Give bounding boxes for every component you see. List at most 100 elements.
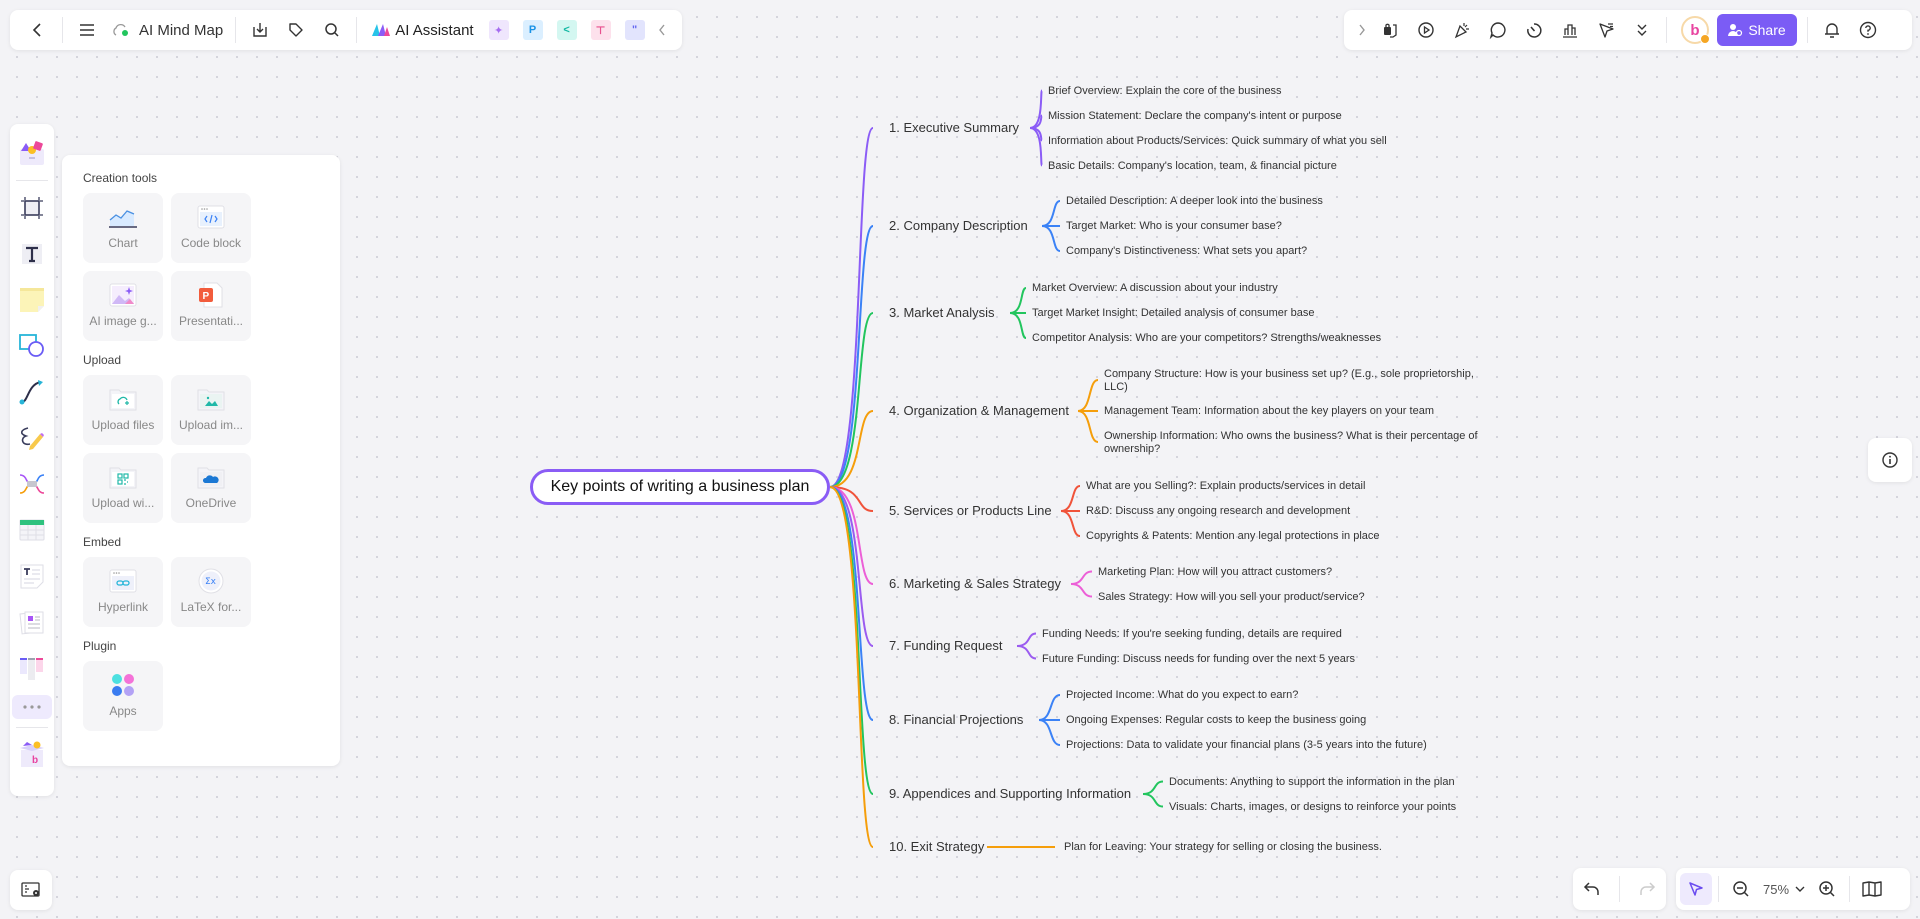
comment-button[interactable] xyxy=(1480,14,1516,46)
redo-button[interactable] xyxy=(1631,873,1663,905)
pen-tool[interactable] xyxy=(14,419,50,457)
back-button[interactable] xyxy=(20,14,56,46)
more-tools-button[interactable] xyxy=(1624,14,1660,46)
chart-tile[interactable]: Chart xyxy=(83,193,163,263)
hyperlink-tile[interactable]: Hyperlink xyxy=(83,557,163,627)
apps-tile[interactable]: Apps xyxy=(83,661,163,731)
mindmap-leaf-node[interactable]: Information about Products/Services: Qui… xyxy=(1048,135,1387,148)
document-tool[interactable] xyxy=(14,557,50,595)
mindmap-leaf-node[interactable]: Market Overview: A discussion about your… xyxy=(1032,282,1278,295)
mindmap-leaf-node[interactable]: Competitor Analysis: Who are your compet… xyxy=(1032,332,1381,345)
templates-tool[interactable] xyxy=(14,134,50,172)
mindmap-leaf-node[interactable]: Future Funding: Discuss needs for fundin… xyxy=(1042,653,1355,666)
presentation-app-button[interactable]: P xyxy=(522,20,543,40)
select-tool-button[interactable] xyxy=(1680,873,1712,905)
mindmap-leaf-node[interactable]: Documents: Anything to support the infor… xyxy=(1169,776,1455,789)
code-block-tile[interactable]: Code block xyxy=(171,193,251,263)
mindmap-branch-node[interactable]: 2. Company Description xyxy=(889,218,1028,233)
mindmap-branch-node[interactable]: 7. Funding Request xyxy=(889,638,1002,653)
mindmap-leaf-node[interactable]: Company's Distinctiveness: What sets you… xyxy=(1066,245,1307,258)
upload-image-tile[interactable]: Upload im... xyxy=(171,375,251,445)
mindmap-leaf-node[interactable]: Basic Details: Company's location, team,… xyxy=(1048,160,1337,173)
more-tools-toggle[interactable] xyxy=(12,695,52,719)
plugins-box-tool[interactable]: b xyxy=(14,736,50,774)
zoom-in-button[interactable] xyxy=(1811,873,1843,905)
notifications-button[interactable] xyxy=(1814,14,1850,46)
back-icon xyxy=(32,23,41,37)
search-button[interactable] xyxy=(314,14,350,46)
mindmap-leaf-node[interactable]: Target Market Insight: Detailed analysis… xyxy=(1032,307,1314,320)
mindmap-branch-node[interactable]: 1. Executive Summary xyxy=(889,120,1019,135)
collapse-toolbar-button[interactable] xyxy=(652,14,672,46)
mindmap-leaf-node[interactable]: Brief Overview: Explain the core of the … xyxy=(1048,85,1282,98)
vote-button[interactable] xyxy=(1552,14,1588,46)
mindmap-leaf-node[interactable]: Projected Income: What do you expect to … xyxy=(1066,689,1298,702)
flowchart-app-button[interactable]: ⊤ xyxy=(590,20,611,40)
connector-tool[interactable] xyxy=(14,373,50,411)
mindmap-branch-node[interactable]: 6. Marketing & Sales Strategy xyxy=(889,576,1061,591)
mindmap-root-node[interactable]: Key points of writing a business plan xyxy=(530,469,830,505)
mindmap-leaf-node[interactable]: Target Market: Who is your consumer base… xyxy=(1066,220,1282,233)
mindmap-leaf-node[interactable]: Mission Statement: Declare the company's… xyxy=(1048,110,1342,123)
upload-files-tile[interactable]: Upload files xyxy=(83,375,163,445)
ai-image-generator-tile[interactable]: AI image g... xyxy=(83,271,163,341)
frame-tool[interactable] xyxy=(14,189,50,227)
info-button[interactable] xyxy=(1868,438,1912,482)
mindmap-leaf-node[interactable]: Company Structure: How is your business … xyxy=(1104,368,1484,394)
laser-pointer-button[interactable] xyxy=(1588,14,1624,46)
expand-toolbar-button[interactable] xyxy=(1352,14,1372,46)
divider xyxy=(1718,876,1719,902)
mindmap-leaf-node[interactable]: Ongoing Expenses: Regular costs to keep … xyxy=(1066,714,1366,727)
zoom-out-button[interactable] xyxy=(1725,873,1757,905)
upload-widget-tile[interactable]: Upload wi... xyxy=(83,453,163,523)
mindmap-app-button[interactable]: < xyxy=(556,20,577,40)
mindmap-leaf-node[interactable]: Sales Strategy: How will you sell your p… xyxy=(1098,591,1365,604)
ai-image-app-button[interactable]: ✦ xyxy=(488,20,509,40)
tag-button[interactable] xyxy=(278,14,314,46)
mindmap-branch-node[interactable]: 10. Exit Strategy xyxy=(889,839,984,854)
present-button[interactable] xyxy=(1408,14,1444,46)
mindmap-leaf-node[interactable]: Projections: Data to validate your finan… xyxy=(1066,739,1427,752)
mindmap-leaf-node[interactable]: Funding Needs: If you're seeking funding… xyxy=(1042,628,1342,641)
undo-button[interactable] xyxy=(1576,873,1608,905)
mindmap-leaf-node[interactable]: Plan for Leaving: Your strategy for sell… xyxy=(1064,841,1382,854)
mindmap-leaf-node[interactable]: What are you Selling?: Explain products/… xyxy=(1086,480,1365,493)
celebrate-button[interactable] xyxy=(1444,14,1480,46)
template-button[interactable] xyxy=(1372,14,1408,46)
mindmap-leaf-node[interactable]: Management Team: Information about the k… xyxy=(1104,405,1434,418)
zoom-level-dropdown[interactable]: 75% xyxy=(1757,882,1811,897)
chat-app-button[interactable]: " xyxy=(624,20,645,40)
text-tool[interactable] xyxy=(14,235,50,273)
mindmap-leaf-node[interactable]: Visuals: Charts, images, or designs to r… xyxy=(1169,801,1456,814)
shape-tool[interactable] xyxy=(14,327,50,365)
mindmap-branch-node[interactable]: 3. Market Analysis xyxy=(889,305,995,320)
mindmap-branch-node[interactable]: 9. Appendices and Supporting Information xyxy=(889,786,1131,801)
mindmap-leaf-node[interactable]: Ownership Information: Who owns the busi… xyxy=(1104,430,1484,456)
document-title[interactable]: AI Mind Map xyxy=(105,22,229,39)
mindmap-branch-node[interactable]: 5. Services or Products Line xyxy=(889,503,1052,518)
timer-button[interactable] xyxy=(1516,14,1552,46)
mindmap-branch-node[interactable]: 8. Financial Projections xyxy=(889,712,1023,727)
share-button[interactable]: Share xyxy=(1717,14,1797,46)
mindmap-leaf-node[interactable]: Detailed Description: A deeper look into… xyxy=(1066,195,1323,208)
mindmap-branch-node[interactable]: 4. Organization & Management xyxy=(889,403,1069,418)
mindmap-leaf-node[interactable]: Copyrights & Patents: Mention any legal … xyxy=(1086,530,1380,543)
minimap-button[interactable] xyxy=(1856,873,1888,905)
sticky-note-tool[interactable] xyxy=(14,281,50,319)
presentation-tile[interactable]: P Presentati... xyxy=(171,271,251,341)
user-avatar[interactable]: b xyxy=(1681,16,1710,44)
mindmap-tool[interactable] xyxy=(14,465,50,503)
card-tool[interactable] xyxy=(14,603,50,641)
mindmap-leaf-node[interactable]: Marketing Plan: How will you attract cus… xyxy=(1098,566,1332,579)
kanban-tool[interactable] xyxy=(14,649,50,687)
download-button[interactable] xyxy=(242,14,278,46)
help-button[interactable] xyxy=(1850,14,1886,46)
menu-button[interactable] xyxy=(69,14,105,46)
table-tool[interactable] xyxy=(14,511,50,549)
chart-tile-label: Chart xyxy=(108,236,138,250)
outline-view-button[interactable] xyxy=(10,870,52,910)
ai-assistant-button[interactable]: AI Assistant xyxy=(363,22,481,39)
mindmap-leaf-node[interactable]: R&D: Discuss any ongoing research and de… xyxy=(1086,505,1350,518)
latex-formula-tile[interactable]: Σx LaTeX for... xyxy=(171,557,251,627)
onedrive-tile[interactable]: OneDrive xyxy=(171,453,251,523)
